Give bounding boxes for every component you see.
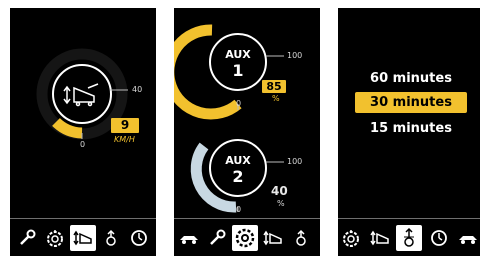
aux2-gauge: AUX 2 bbox=[190, 139, 284, 213]
aux2-number: 2 bbox=[232, 167, 243, 186]
menu-option-60[interactable]: 60 minutes bbox=[338, 72, 480, 85]
tab-speed-mode[interactable] bbox=[70, 225, 96, 251]
aux-timer-icon bbox=[404, 227, 414, 247]
tab-speed-mode[interactable] bbox=[260, 225, 286, 251]
vehicle-icon bbox=[180, 236, 198, 244]
tab-bar bbox=[338, 218, 480, 256]
speed-mode-icon bbox=[73, 230, 92, 246]
gear-icon bbox=[235, 228, 255, 248]
tab-vehicle[interactable] bbox=[176, 225, 202, 251]
tab-aux-hydraulic[interactable] bbox=[98, 225, 124, 251]
aux1-title: AUX bbox=[225, 48, 251, 61]
menu-option-30-selected[interactable]: 30 minutes bbox=[355, 92, 467, 113]
aux-hydraulic-icon bbox=[296, 229, 306, 246]
aux2-max-label: 100 bbox=[287, 157, 303, 166]
speed-unit: KM/H bbox=[114, 135, 135, 144]
aux2-title: AUX bbox=[225, 154, 251, 167]
wrench-icon bbox=[20, 229, 36, 245]
tab-gear-clock[interactable] bbox=[338, 225, 364, 251]
menu-option-15[interactable]: 15 minutes bbox=[338, 122, 480, 135]
tab-aux-hydraulic[interactable] bbox=[288, 225, 314, 251]
tab-gear-clock[interactable] bbox=[42, 225, 68, 251]
tab-clock[interactable] bbox=[426, 225, 452, 251]
tab-aux-timer[interactable] bbox=[396, 225, 422, 251]
aux-gauges: AUX 1 AUX 2 bbox=[174, 24, 284, 213]
gear-clock-icon bbox=[343, 230, 359, 247]
speed-mode-icon bbox=[370, 230, 389, 246]
speed-gauge-ring bbox=[52, 64, 112, 124]
speed-gauge bbox=[36, 48, 128, 140]
tab-bar bbox=[10, 218, 156, 256]
aux-hydraulic-icon bbox=[106, 229, 116, 246]
aux2-min-label: 0 bbox=[236, 205, 242, 214]
speed-min-label: 0 bbox=[80, 140, 86, 149]
aux-screen: AUX 1 AUX 2 100 0 85 % 100 0 40 % bbox=[174, 8, 320, 256]
speed-mode-icon bbox=[263, 230, 282, 246]
tab-speed-mode[interactable] bbox=[367, 225, 393, 251]
clock-icon bbox=[131, 230, 147, 246]
aux1-gauge: AUX 1 bbox=[174, 24, 284, 120]
tab-wrench[interactable] bbox=[14, 225, 40, 251]
vehicle-icon bbox=[459, 236, 477, 244]
tab-clock[interactable] bbox=[126, 225, 152, 251]
tab-vehicle[interactable] bbox=[455, 225, 480, 251]
aux2-value: 40 bbox=[271, 184, 288, 198]
aux1-min-label: 0 bbox=[236, 99, 242, 108]
wrench-icon bbox=[210, 229, 226, 245]
aux2-unit: % bbox=[277, 199, 285, 208]
speed-screen: 40 0 9 KM/H bbox=[10, 8, 156, 256]
gear-clock-icon bbox=[47, 230, 63, 247]
tab-wrench[interactable] bbox=[204, 225, 230, 251]
timer-screen: 60 minutes 30 minutes 15 minutes bbox=[338, 8, 480, 256]
tab-gear[interactable] bbox=[232, 225, 258, 251]
aux1-unit: % bbox=[272, 94, 280, 103]
aux1-number: 1 bbox=[232, 61, 243, 80]
speed-max-label: 40 bbox=[132, 85, 143, 94]
aux1-max-label: 100 bbox=[287, 51, 303, 60]
clock-icon bbox=[431, 230, 447, 246]
tab-bar bbox=[174, 218, 320, 256]
speed-value: 9 bbox=[111, 118, 139, 133]
aux1-value: 85 bbox=[262, 80, 286, 93]
